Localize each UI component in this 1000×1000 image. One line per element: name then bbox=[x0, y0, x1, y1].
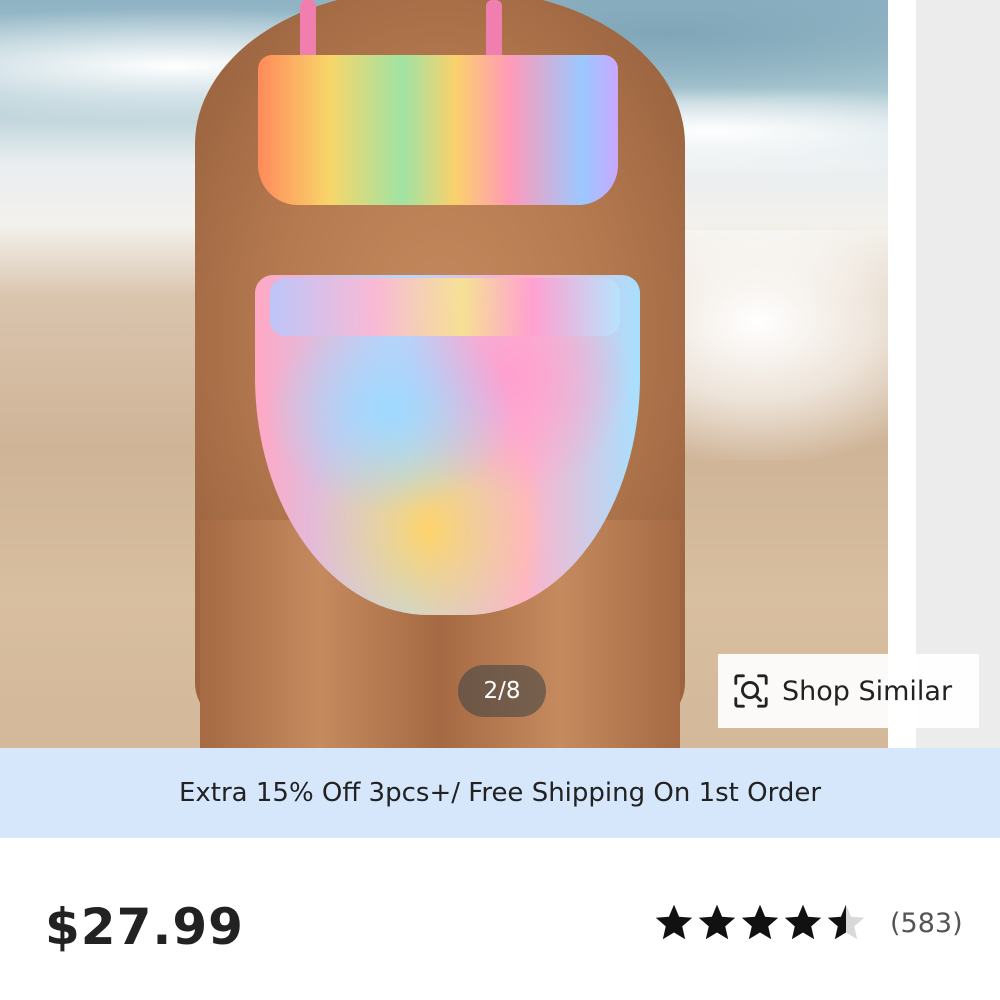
photo-bikini-waistband bbox=[270, 278, 620, 336]
image-counter: 2/8 bbox=[458, 665, 546, 717]
review-count[interactable]: (583) bbox=[890, 908, 963, 939]
star-icon bbox=[784, 904, 822, 940]
shop-similar-button[interactable]: Shop Similar bbox=[718, 654, 979, 728]
star-icon bbox=[698, 904, 736, 940]
photo-bikini-top bbox=[258, 55, 618, 205]
next-image-peek[interactable] bbox=[916, 0, 1000, 748]
product-rating[interactable]: (583) bbox=[653, 902, 963, 944]
star-icon bbox=[741, 904, 779, 940]
image-search-icon bbox=[734, 674, 768, 708]
star-icon bbox=[655, 904, 693, 940]
product-image-carousel[interactable]: 2/8 Shop Similar bbox=[0, 0, 1000, 748]
promo-text: Extra 15% Off 3pcs+/ Free Shipping On 1s… bbox=[178, 778, 822, 808]
shop-similar-label: Shop Similar bbox=[782, 675, 953, 707]
product-price: $27.99 bbox=[45, 898, 244, 956]
product-photo[interactable] bbox=[0, 0, 888, 748]
rating-stars bbox=[653, 902, 868, 944]
star-icon bbox=[827, 904, 865, 940]
promo-banner[interactable]: Extra 15% Off 3pcs+/ Free Shipping On 1s… bbox=[0, 748, 1000, 838]
